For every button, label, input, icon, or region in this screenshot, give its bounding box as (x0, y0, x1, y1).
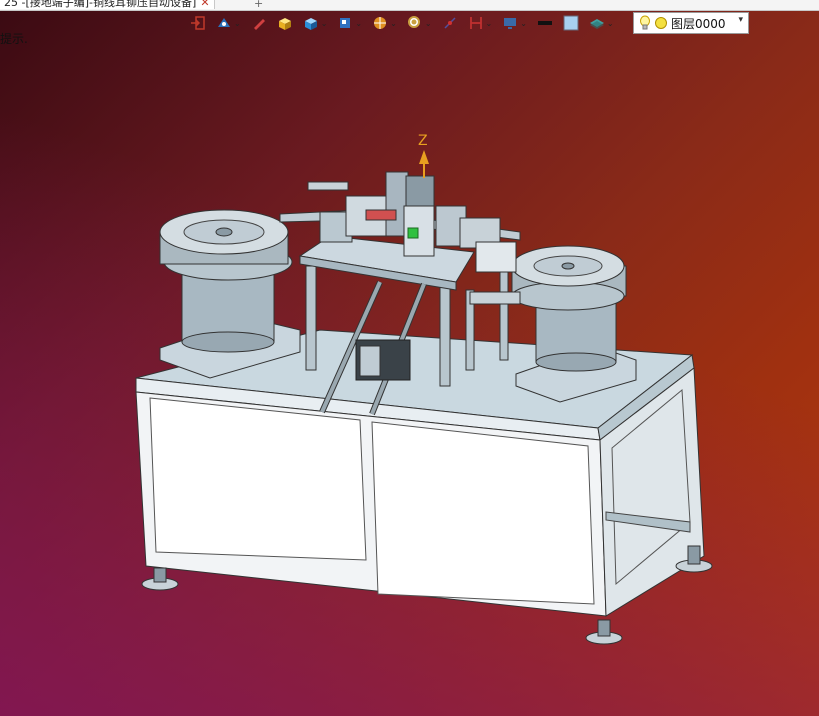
zoom-button[interactable]: ⌄ (405, 12, 438, 34)
right-bowl-feeder (511, 245, 637, 403)
document-tab-title: 25 -[接地端子编]-铜线耳铆压自动设备] (4, 0, 197, 9)
box-yellow-icon (278, 18, 291, 30)
box-yellow-button[interactable] (275, 12, 295, 34)
left-bowl-feeder (159, 209, 301, 379)
chevron-down-icon[interactable]: ⌄ (520, 19, 527, 28)
shading-icon (374, 17, 387, 29)
eye-view-icon (218, 18, 230, 27)
line-black-button[interactable] (535, 12, 555, 34)
fill-lightblue-icon (563, 15, 579, 31)
exit-icon (191, 16, 205, 30)
document-tab-bar: 25 -[接地端子编]-铜线耳铆压自动设备] ✕ + (0, 0, 819, 11)
origin-icon (443, 17, 456, 29)
box-blue-button[interactable]: ⌄ (301, 12, 334, 34)
fill-lightblue-button[interactable] (561, 12, 581, 34)
machine-model[interactable] (0, 0, 819, 716)
add-tab-icon[interactable]: + (254, 0, 263, 10)
layer-name: 图层0000 (671, 16, 726, 31)
cube-view-button[interactable]: ⌄ (335, 12, 368, 34)
layer-selector[interactable]: 图层0000 ▾ (633, 12, 749, 34)
zoom-icon (407, 16, 420, 28)
close-icon[interactable]: ✕ (200, 0, 209, 9)
chevron-down-icon[interactable]: ⌄ (486, 19, 493, 28)
z-axis-label: Z (418, 133, 428, 149)
box-blue-icon (304, 18, 317, 30)
document-tab[interactable]: 25 -[接地端子编]-铜线耳铆压自动设备] ✕ (0, 0, 215, 9)
lightbulb-icon[interactable] (638, 15, 652, 31)
hint-text: 提示. (0, 32, 28, 46)
chevron-down-icon[interactable]: ⌄ (234, 19, 241, 28)
chevron-down-icon[interactable]: ▾ (738, 15, 743, 25)
display-button[interactable]: ⌄ (500, 12, 533, 34)
layers-button[interactable]: ⌄ (587, 12, 620, 34)
origin-button[interactable] (440, 12, 460, 34)
section-icon (469, 17, 482, 29)
3d-viewport[interactable]: Z (0, 0, 819, 716)
pen-button[interactable] (249, 12, 269, 34)
section-button[interactable]: ⌄ (466, 12, 499, 34)
eye-view-button[interactable]: ⌄ (214, 12, 247, 34)
cube-view-icon (340, 18, 351, 28)
line-black-icon (537, 21, 552, 25)
sun-icon[interactable] (654, 16, 668, 30)
chevron-down-icon[interactable]: ⌄ (355, 19, 362, 28)
pen-icon (253, 19, 265, 30)
layers-icon (589, 19, 604, 29)
chevron-down-icon[interactable]: ⌄ (607, 19, 614, 28)
chevron-down-icon[interactable]: ⌄ (425, 19, 432, 28)
view-toolbar: ⌄ ⌄ ⌄ ⌄ ⌄ ⌄ ⌄ ⌄ (188, 11, 620, 35)
exit-button[interactable] (188, 12, 208, 34)
chevron-down-icon[interactable]: ⌄ (321, 19, 328, 28)
chevron-down-icon[interactable]: ⌄ (390, 19, 397, 28)
display-icon (504, 18, 517, 29)
shading-button[interactable]: ⌄ (370, 12, 403, 34)
